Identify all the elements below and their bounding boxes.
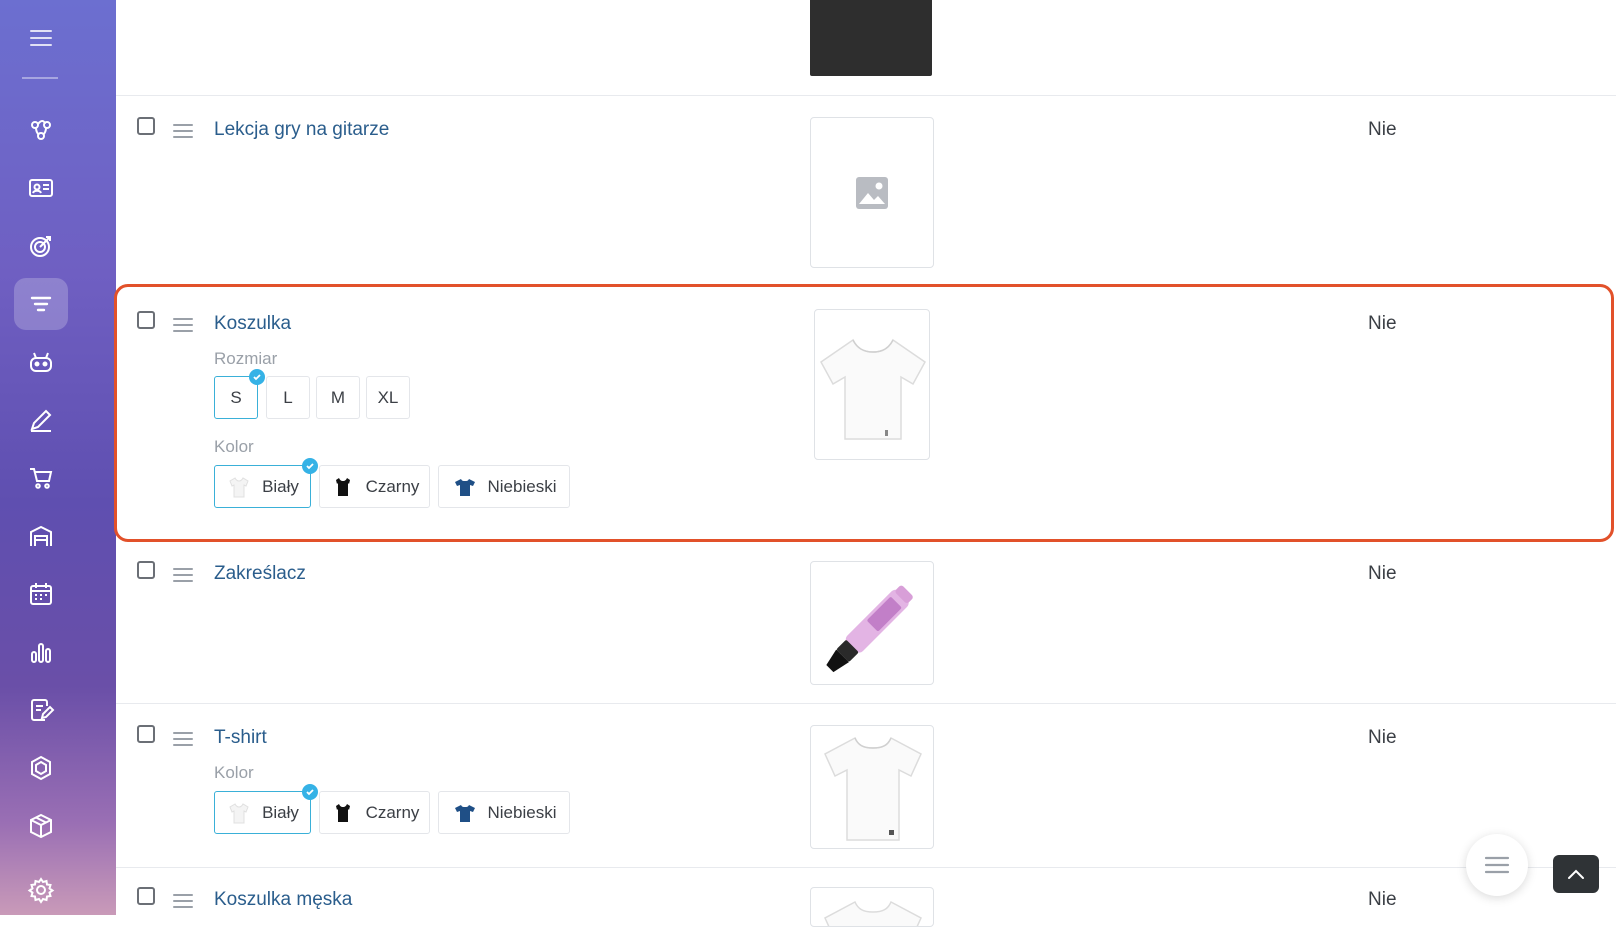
status-value: Nie <box>1368 727 1397 748</box>
color-option-white[interactable]: Biały <box>214 784 318 834</box>
size-option-label: S <box>230 387 242 407</box>
color-option-label: Czarny <box>365 476 420 496</box>
edit-icon[interactable] <box>14 394 68 446</box>
size-option-l[interactable]: L <box>266 376 310 419</box>
cart-icon[interactable] <box>14 452 68 504</box>
color-option-blue[interactable]: Niebieski <box>438 465 570 508</box>
chevron-up-icon <box>1568 869 1584 879</box>
hexagon-icon[interactable] <box>14 742 68 794</box>
color-option-label: Biały <box>262 476 299 496</box>
color-option-label: Biały <box>262 802 299 822</box>
product-image[interactable] <box>810 887 934 927</box>
menu-icon[interactable] <box>14 12 68 64</box>
table-row: Koszulka Rozmiar S L M XL Kolor Biały Cz… <box>116 281 1616 551</box>
status-value: Nie <box>1368 889 1397 910</box>
stats-icon[interactable] <box>14 626 68 678</box>
box-icon[interactable] <box>14 800 68 852</box>
row-checkbox[interactable] <box>137 311 155 329</box>
bot-icon[interactable] <box>14 336 68 388</box>
documents-icon[interactable] <box>14 684 68 736</box>
blue-shirt-icon <box>452 800 478 826</box>
row-checkbox[interactable] <box>137 725 155 743</box>
product-image[interactable] <box>810 117 934 268</box>
size-option-xl[interactable]: XL <box>366 376 410 419</box>
status-value: Nie <box>1368 313 1397 334</box>
contacts-icon[interactable] <box>14 162 68 214</box>
white-tshirt-image <box>820 338 926 440</box>
color-option-label: Czarny <box>365 802 420 822</box>
table-row: Zakreślacz Nie <box>116 551 1616 703</box>
product-image[interactable] <box>810 725 934 849</box>
product-name-link[interactable]: Koszulka męska <box>214 889 352 911</box>
color-option-black[interactable]: Czarny <box>319 465 430 508</box>
row-checkbox[interactable] <box>137 887 155 905</box>
white-tshirt-image <box>824 900 922 926</box>
warehouse-icon[interactable] <box>14 510 68 562</box>
row-checkbox[interactable] <box>137 117 155 135</box>
size-option-s[interactable]: S <box>214 369 265 419</box>
color-label: Kolor <box>214 437 254 456</box>
target-icon[interactable] <box>14 220 68 272</box>
check-badge-icon <box>302 458 318 474</box>
funnel-icon[interactable] <box>14 278 68 330</box>
table-row: T-shirt Kolor Biały Czarny Niebieski Nie <box>116 703 1616 867</box>
crm-icon[interactable] <box>14 104 68 156</box>
product-name-link[interactable]: Lekcja gry na gitarze <box>214 119 389 141</box>
product-name-link[interactable]: Zakreślacz <box>214 563 306 585</box>
check-badge-icon <box>249 369 265 385</box>
product-image[interactable] <box>814 309 930 460</box>
product-image[interactable] <box>810 561 934 685</box>
product-image-dark <box>810 0 932 76</box>
color-option-label: Niebieski <box>487 476 557 496</box>
status-value: Nie <box>1368 563 1397 584</box>
drag-handle-icon[interactable] <box>173 732 193 750</box>
color-option-black[interactable]: Czarny <box>319 791 430 834</box>
table-row: Koszulka męska Nie <box>116 867 1616 927</box>
size-option-label: M <box>330 387 346 407</box>
image-placeholder-icon <box>856 176 888 209</box>
white-shirt-icon <box>226 800 252 826</box>
product-name-link[interactable]: T-shirt <box>214 727 267 749</box>
black-shirt-icon <box>330 800 356 826</box>
drag-handle-icon[interactable] <box>173 894 193 912</box>
calendar-icon[interactable] <box>14 568 68 620</box>
color-option-label: Niebieski <box>487 802 557 822</box>
white-tshirt-image <box>824 736 922 841</box>
settings-icon[interactable] <box>14 864 68 916</box>
check-badge-icon <box>302 784 318 800</box>
table-row: Lekcja gry na gitarze Nie <box>116 95 1616 281</box>
size-option-label: L <box>283 387 293 407</box>
size-label: Rozmiar <box>214 349 278 368</box>
size-option-label: XL <box>377 387 399 407</box>
blue-shirt-icon <box>452 474 478 500</box>
drag-handle-icon[interactable] <box>173 124 193 142</box>
color-option-white[interactable]: Biały <box>214 458 318 508</box>
status-value: Nie <box>1368 119 1397 140</box>
sidebar-divider <box>22 77 58 79</box>
white-shirt-icon <box>226 474 252 500</box>
sidebar <box>0 0 116 915</box>
black-shirt-icon <box>330 474 356 500</box>
list-view-button[interactable] <box>1466 834 1528 896</box>
product-name-link[interactable]: Koszulka <box>214 313 291 335</box>
row-checkbox[interactable] <box>137 561 155 579</box>
color-option-blue[interactable]: Niebieski <box>438 791 570 834</box>
size-option-m[interactable]: M <box>316 376 360 419</box>
drag-handle-icon[interactable] <box>173 318 193 336</box>
drag-handle-icon[interactable] <box>173 568 193 586</box>
list-icon <box>1484 856 1510 874</box>
highlighter-image <box>826 585 913 673</box>
color-label: Kolor <box>214 763 254 782</box>
scroll-to-top-button[interactable] <box>1553 855 1599 893</box>
